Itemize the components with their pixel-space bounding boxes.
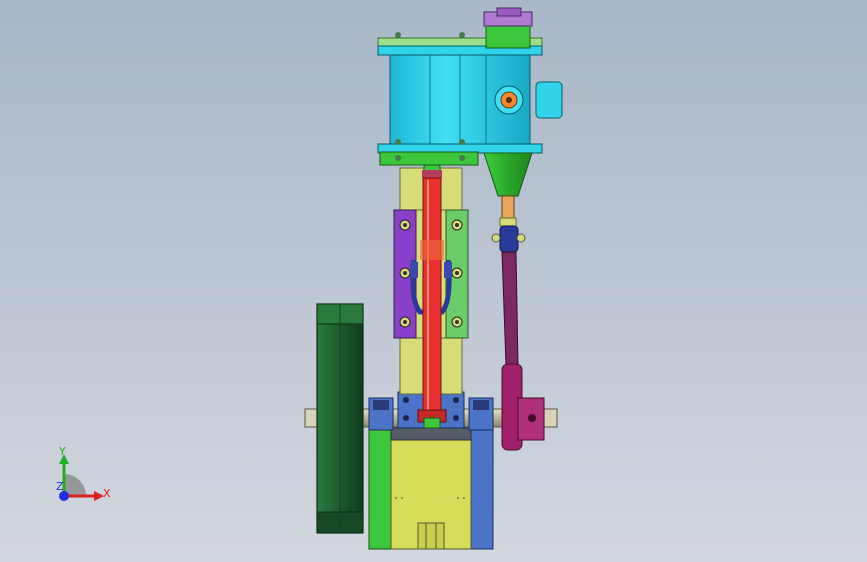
x-axis-label: X	[103, 487, 111, 500]
eccentric-rod[interactable]	[491, 225, 526, 366]
valve-cone[interactable]	[483, 152, 533, 227]
base-frame[interactable]	[368, 427, 494, 550]
coordinate-triad: Y X Z	[56, 445, 111, 501]
cad-viewport[interactable]: Y X Z	[0, 0, 867, 562]
eccentric[interactable]	[501, 363, 545, 451]
flywheel[interactable]	[316, 303, 364, 534]
y-axis-label: Y	[58, 445, 66, 458]
z-axis-label: Z	[56, 480, 64, 493]
